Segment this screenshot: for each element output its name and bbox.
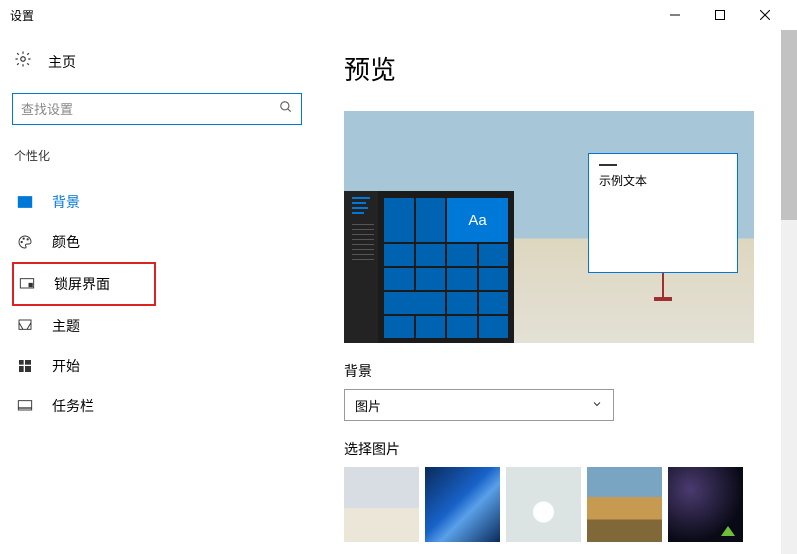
chevron-down-icon [591, 398, 603, 413]
scrollbar-thumb[interactable] [781, 30, 797, 220]
search-box[interactable] [12, 93, 302, 125]
background-label: 背景 [344, 361, 773, 381]
thumbnail-4[interactable] [587, 467, 662, 542]
wallpaper-preview: Aa 示例文本 [344, 111, 754, 343]
nav-start[interactable]: 开始 [12, 346, 300, 386]
choose-picture-label: 选择图片 [344, 439, 773, 459]
thumbnail-5[interactable] [668, 467, 743, 542]
section-title: 个性化 [12, 147, 300, 164]
thumbnail-3[interactable] [506, 467, 581, 542]
sidebar: 主页 个性化 背景 颜色 锁屏界面 主题 开始 任务栏 [0, 30, 310, 554]
main-panel: 预览 Aa 示例文本 [310, 30, 797, 554]
nav-colors[interactable]: 颜色 [12, 222, 300, 262]
preview-window: 示例文本 [588, 153, 738, 273]
taskbar-icon [16, 398, 34, 414]
nav-taskbar[interactable]: 任务栏 [12, 386, 300, 426]
window-title: 设置 [10, 7, 652, 24]
nav-label: 开始 [52, 356, 80, 376]
picture-thumbnails [344, 467, 773, 542]
nav-label: 锁屏界面 [54, 274, 110, 294]
close-button[interactable] [742, 0, 787, 30]
sample-text: 示例文本 [599, 172, 727, 189]
nav-lockscreen[interactable]: 锁屏界面 [12, 262, 156, 306]
nav-background[interactable]: 背景 [12, 182, 300, 222]
lockscreen-icon [18, 276, 36, 292]
thumbnail-1[interactable] [344, 467, 419, 542]
maximize-button[interactable] [697, 0, 742, 30]
nav-label: 颜色 [52, 232, 80, 252]
thumbnail-2[interactable] [425, 467, 500, 542]
nav-label: 背景 [52, 192, 80, 212]
dropdown-value: 图片 [355, 396, 381, 415]
themes-icon [16, 318, 34, 334]
minimize-button[interactable] [652, 0, 697, 30]
palette-icon [16, 234, 34, 250]
page-heading: 预览 [344, 50, 773, 87]
titlebar: 设置 [0, 0, 797, 30]
nav-label: 主题 [52, 316, 80, 336]
preview-tile-text: Aa [447, 198, 508, 242]
start-icon [16, 358, 34, 374]
nav-themes[interactable]: 主题 [12, 306, 300, 346]
preview-start-menu: Aa [344, 191, 514, 343]
gear-icon [14, 50, 32, 73]
home-link[interactable]: 主页 [12, 50, 300, 73]
scrollbar[interactable] [781, 30, 797, 554]
search-icon [279, 100, 293, 119]
nav-label: 任务栏 [52, 396, 94, 416]
search-input[interactable] [21, 102, 279, 117]
background-dropdown[interactable]: 图片 [344, 389, 614, 421]
picture-icon [16, 194, 34, 210]
home-label: 主页 [48, 52, 76, 72]
